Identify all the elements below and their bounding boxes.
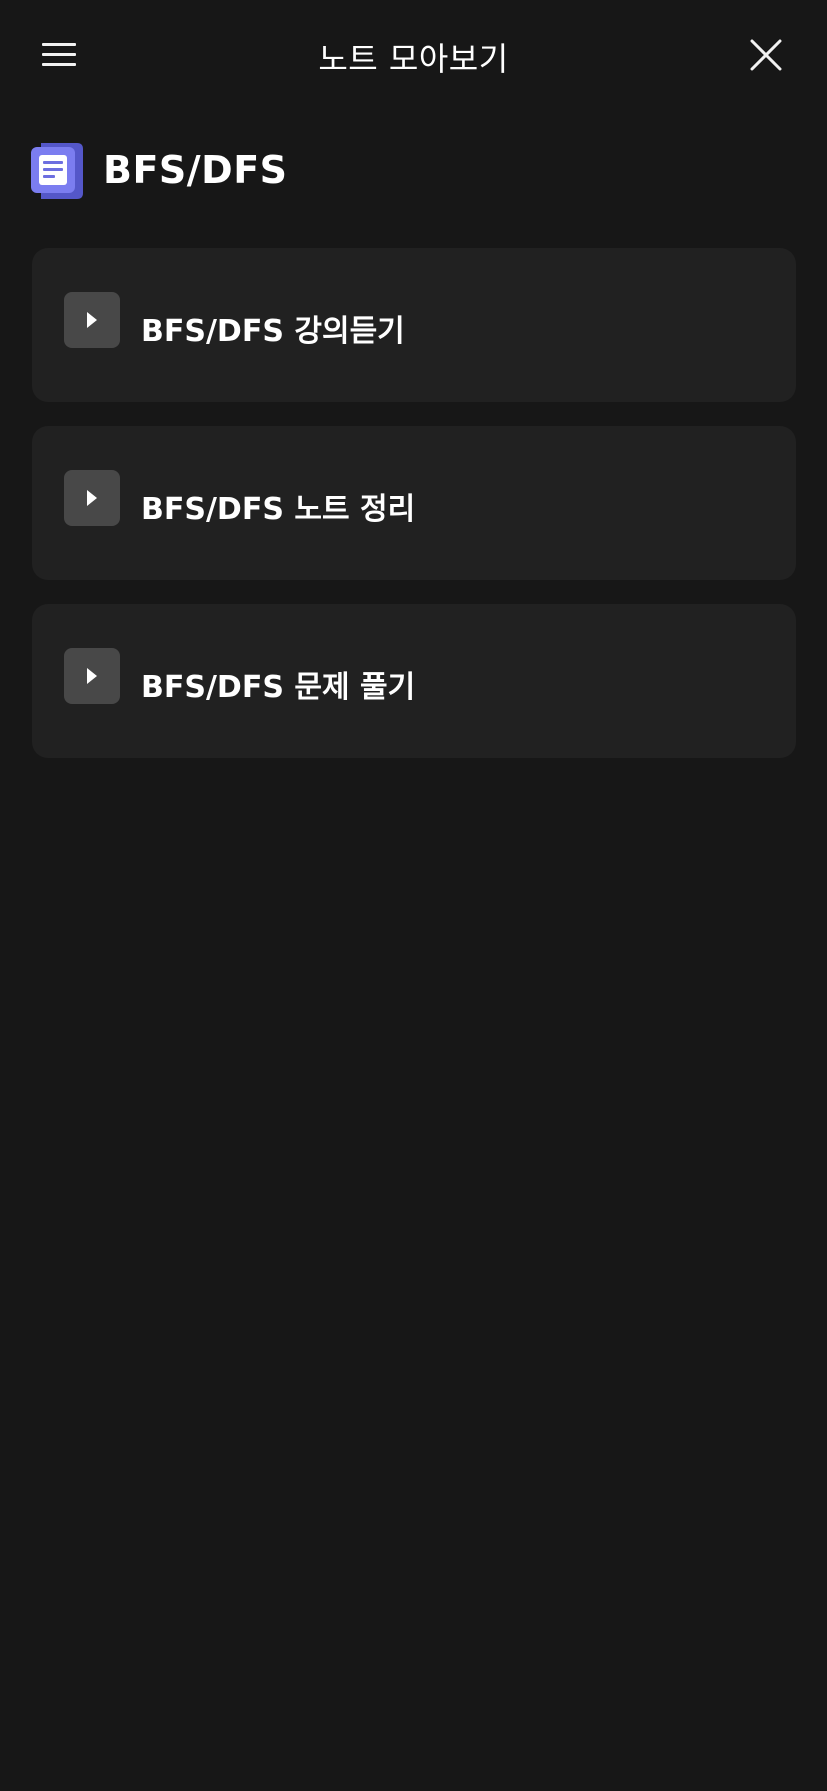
play-button[interactable] [64,648,120,704]
play-icon [87,312,97,328]
list-item-problems[interactable]: BFS/DFS 문제 풀기 [32,604,796,758]
top-bar: 노트 모아보기 [0,0,827,110]
section-title: BFS/DFS [103,148,288,192]
page-title: 노트 모아보기 [318,40,509,78]
list-item-label: BFS/DFS 문제 풀기 [141,670,416,705]
section-header: BFS/DFS [31,140,288,200]
close-icon[interactable] [746,35,786,75]
play-icon [87,668,97,684]
list-item-notes[interactable]: BFS/DFS 노트 정리 [32,426,796,580]
list-item-label: BFS/DFS 노트 정리 [141,492,416,527]
play-button[interactable] [64,470,120,526]
note-icon [31,143,83,199]
note-list: BFS/DFS 강의듣기 BFS/DFS 노트 정리 BFS/DFS 문제 풀기 [32,248,796,782]
play-button[interactable] [64,292,120,348]
list-item-lecture[interactable]: BFS/DFS 강의듣기 [32,248,796,402]
play-icon [87,490,97,506]
list-item-label: BFS/DFS 강의듣기 [141,314,405,349]
